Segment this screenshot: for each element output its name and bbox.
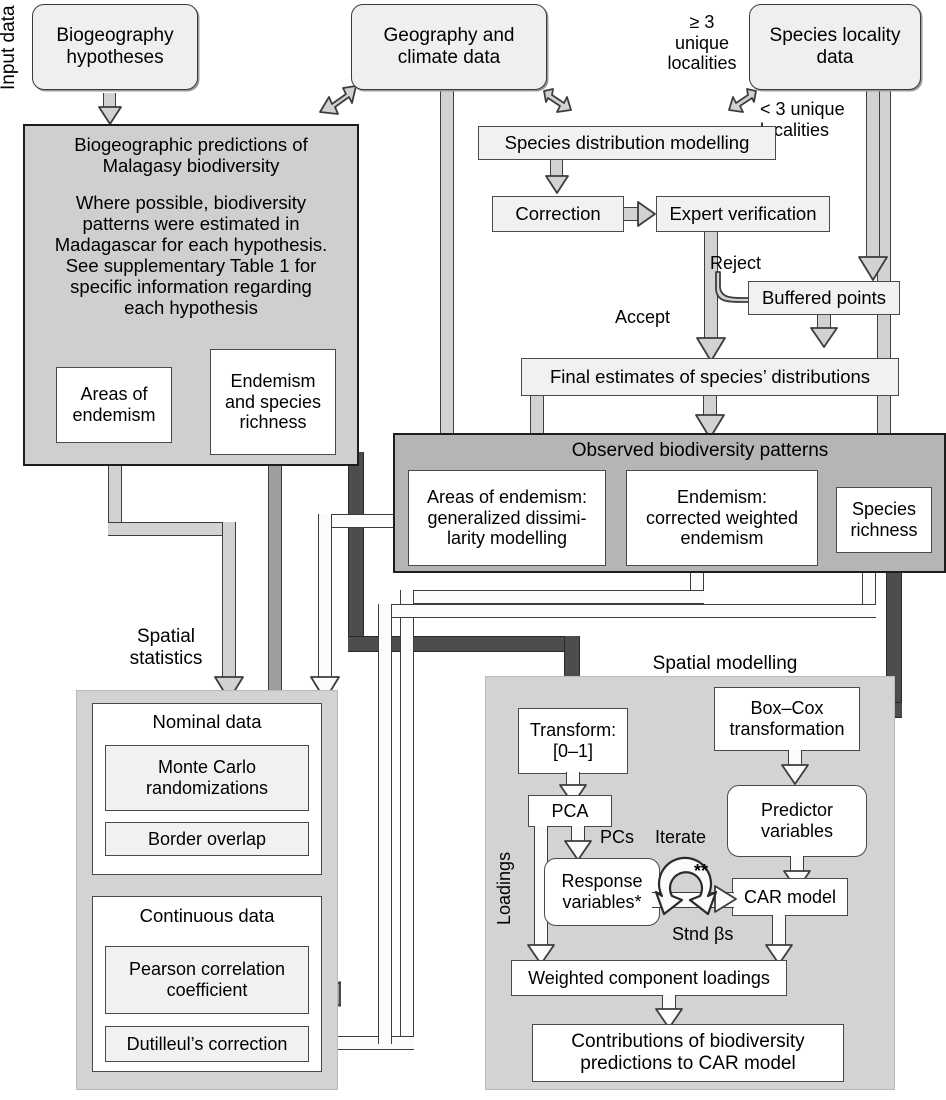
connector-richness-white-h <box>378 604 876 618</box>
node-box-cox-transformation[interactable]: Box–Cox transformation <box>714 687 860 751</box>
connector-cwe-white-h <box>400 590 704 604</box>
arrowhead-locality-buffered <box>856 256 890 282</box>
node-transform[interactable]: Transform: [0–1] <box>518 708 628 774</box>
label-iterate: Iterate <box>655 827 707 847</box>
arrowhead-geo-predictions-diagonal <box>316 84 360 124</box>
node-areas-of-endemism-gdm[interactable]: Areas of endemism: generalized dissimi- … <box>408 470 606 566</box>
label-ge-3-unique-localities: ≥ 3 unique localities <box>667 12 737 74</box>
spatial-statistics-title: Spatial statistics <box>129 626 203 669</box>
connector-geo-to-observed <box>440 88 454 460</box>
arrowhead-boxcox-predictor <box>780 764 810 786</box>
node-pca[interactable]: PCA <box>528 795 612 827</box>
node-buffered-points[interactable]: Buffered points <box>748 281 900 315</box>
node-endemism-and-species-richness[interactable]: Endemism and species richness <box>210 349 336 455</box>
arrowhead-geo-sdm-diagonal <box>541 86 573 118</box>
node-car-model[interactable]: CAR model <box>732 878 848 916</box>
connector-cwe-white-v2 <box>400 590 414 1050</box>
label-stnd-betas: Stnd βs <box>672 924 734 944</box>
input-biogeography-hypotheses[interactable]: Biogeography hypotheses <box>32 4 198 90</box>
observed-panel-title: Observed biodiversity patterns <box>571 440 829 461</box>
node-expert-verification[interactable]: Expert verification <box>656 196 830 232</box>
label-asterisks: ** <box>694 861 709 881</box>
node-weighted-component-loadings[interactable]: Weighted component loadings <box>511 960 787 996</box>
connector-aoe-elbow-v2 <box>222 522 236 682</box>
label-lt-3-unique-localities: < 3 unique localities <box>760 99 845 140</box>
connector-aoe-elbow-h <box>108 522 236 536</box>
label-accept: Accept <box>615 307 671 327</box>
node-endemism-cwe[interactable]: Endemism: corrected weighted endemism <box>626 470 818 566</box>
node-areas-of-endemism[interactable]: Areas of endemism <box>56 367 172 443</box>
spatial-modelling-title: Spatial modelling <box>652 653 798 674</box>
connector-gdm-white-v <box>318 514 332 682</box>
predictions-panel-body: Where possible, biodiversity patterns we… <box>54 192 328 319</box>
node-species-richness[interactable]: Species richness <box>836 487 932 553</box>
arrowhead-locality-sdm-diagonal <box>727 86 759 118</box>
node-border-overlap[interactable]: Border overlap <box>105 822 309 856</box>
arrowhead-sdm-correction <box>544 175 570 195</box>
input-species-locality-data[interactable]: Species locality data <box>749 4 921 90</box>
arrowhead-buffered-final <box>809 327 839 349</box>
node-dutilleuls-correction[interactable]: Dutilleul’s correction <box>105 1026 309 1062</box>
input-geography-climate-data[interactable]: Geography and climate data <box>351 4 547 90</box>
node-final-estimates[interactable]: Final estimates of species’ distribution… <box>521 358 899 396</box>
connector-cwe-white-h2 <box>330 1036 414 1050</box>
continuous-data-title: Continuous data <box>139 905 275 926</box>
flowchart-figure: Input data Biogeography hypotheses Geogr… <box>0 0 946 1100</box>
node-predictor-variables[interactable]: Predictor variables <box>727 785 867 857</box>
label-loadings: Loadings <box>494 851 514 925</box>
nominal-data-title: Nominal data <box>152 711 262 732</box>
node-contributions[interactable]: Contributions of biodiversity prediction… <box>532 1024 844 1082</box>
node-response-variables[interactable]: Response variables* <box>544 858 660 926</box>
connector-dark-trunk-v <box>348 452 364 650</box>
node-monte-carlo-randomizations[interactable]: Monte Carlo randomizations <box>105 745 309 811</box>
connector-richness-white-v2 <box>378 604 392 1044</box>
label-reject: Reject <box>710 253 762 273</box>
predictions-panel-heading: Biogeographic predictions of Malagasy bi… <box>74 134 308 177</box>
node-species-distribution-modelling[interactable]: Species distribution modelling <box>478 126 776 160</box>
label-pcs: PCs <box>600 827 635 847</box>
arrowhead-correction-expert <box>637 200 657 228</box>
node-correction[interactable]: Correction <box>492 196 624 232</box>
node-pearson-correlation-coefficient[interactable]: Pearson correlation coefficient <box>105 946 309 1014</box>
arrowhead-hypo-predictions <box>97 106 123 126</box>
input-data-side-label: Input data <box>0 5 19 91</box>
